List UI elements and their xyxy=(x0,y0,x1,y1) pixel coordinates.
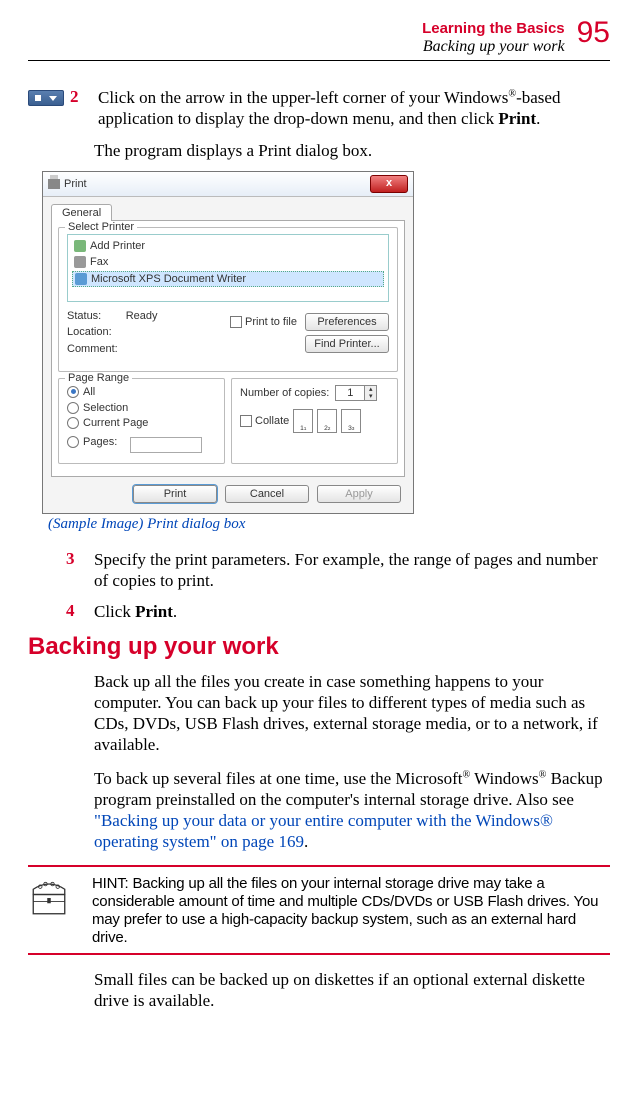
print-dialog-sample: Print x General Select Printer Add Print… xyxy=(42,171,610,533)
dialog-title: Print xyxy=(64,178,87,190)
printer-label-add: Add Printer xyxy=(90,240,145,252)
xps-icon xyxy=(75,273,87,285)
para-2: To back up several files at one time, us… xyxy=(94,768,610,853)
radio-selection-label: Selection xyxy=(83,402,128,414)
hint-separator-bottom xyxy=(28,953,610,955)
comment-label: Comment: xyxy=(67,341,158,358)
section-title: Backing up your work xyxy=(422,38,565,56)
step-2-text-c: . xyxy=(536,109,540,128)
print-button[interactable]: Print xyxy=(133,485,217,503)
cancel-button[interactable]: Cancel xyxy=(225,485,309,503)
page-header: Learning the Basics Backing up your work… xyxy=(28,20,610,61)
tab-general[interactable]: General xyxy=(51,204,112,221)
print-to-file-checkbox[interactable]: Print to file xyxy=(230,316,297,328)
group-page-range: Page Range All Selection Current Page Pa… xyxy=(58,378,225,464)
spinner-up-icon[interactable]: ▴ xyxy=(364,386,376,393)
printer-list[interactable]: Add Printer Fax Microsoft XPS Document W… xyxy=(67,234,389,302)
registered-mark: ® xyxy=(508,88,516,99)
para-1: Back up all the files you create in case… xyxy=(94,671,610,756)
header-text: Learning the Basics Backing up your work xyxy=(422,20,565,56)
para-3: Small files can be backed up on diskette… xyxy=(94,969,610,1012)
step-2-result: The program displays a Print dialog box. xyxy=(94,140,610,161)
collate-p3b: 3 xyxy=(352,427,355,432)
group-copies: Number of copies: 1 ▴▾ Collate 11 22 xyxy=(231,378,398,464)
copies-value: 1 xyxy=(336,386,364,400)
radio-current-page[interactable]: Current Page xyxy=(67,417,148,429)
hint-separator-top xyxy=(28,865,610,867)
step-4-bold: Print xyxy=(135,602,173,621)
close-button[interactable]: x xyxy=(370,175,408,193)
margin-tag-icon xyxy=(28,90,64,106)
add-printer-icon xyxy=(74,240,86,252)
collate-label: Collate xyxy=(255,415,289,427)
step-3-text: Specify the print parameters. For exampl… xyxy=(94,549,610,592)
status-value: Ready xyxy=(126,310,158,322)
collate-checkbox[interactable]: Collate xyxy=(240,415,289,427)
printer-item-xps[interactable]: Microsoft XPS Document Writer xyxy=(72,271,384,287)
hint-text: HINT: Backing up all the files on your i… xyxy=(92,875,610,947)
hint-block: HINT: Backing up all the files on your i… xyxy=(28,875,610,947)
page-number: 95 xyxy=(577,18,610,48)
collate-p2b: 2 xyxy=(328,427,331,432)
step-number-2: 2 xyxy=(70,87,98,130)
preferences-button[interactable]: Preferences xyxy=(305,313,389,331)
status-label: Status: xyxy=(67,310,101,322)
spinner-down-icon[interactable]: ▾ xyxy=(364,393,376,400)
pages-input[interactable] xyxy=(130,437,202,453)
copies-spinner[interactable]: 1 ▴▾ xyxy=(335,385,377,401)
radio-pages[interactable]: Pages: xyxy=(67,436,117,448)
printer-item-fax[interactable]: Fax xyxy=(72,255,384,269)
radio-current-label: Current Page xyxy=(83,417,148,429)
group-label-select-printer: Select Printer xyxy=(65,221,137,233)
step-4-text-b: . xyxy=(173,602,177,621)
radio-pages-label: Pages: xyxy=(83,436,117,448)
step-2-text-a: Click on the arrow in the upper-left cor… xyxy=(98,88,508,107)
radio-all[interactable]: All xyxy=(67,386,95,398)
cross-reference-link[interactable]: "Backing up your data or your entire com… xyxy=(94,811,553,851)
fax-icon xyxy=(74,256,86,268)
step-2-bold: Print xyxy=(498,109,536,128)
para-2-b: Windows xyxy=(470,769,538,788)
print-dialog: Print x General Select Printer Add Print… xyxy=(42,171,414,514)
chapter-title: Learning the Basics xyxy=(422,20,565,37)
printer-icon xyxy=(48,179,60,189)
radio-all-label: All xyxy=(83,386,95,398)
find-printer-button[interactable]: Find Printer... xyxy=(305,335,389,353)
step-4-text-a: Click xyxy=(94,602,135,621)
section-heading: Backing up your work xyxy=(28,633,610,661)
print-to-file-label: Print to file xyxy=(245,316,297,328)
para-2-a: To back up several files at one time, us… xyxy=(94,769,462,788)
copies-label: Number of copies: xyxy=(240,387,329,399)
radio-selection[interactable]: Selection xyxy=(67,402,128,414)
treasure-chest-icon xyxy=(28,877,70,919)
step-2-text: Click on the arrow in the upper-left cor… xyxy=(98,87,610,130)
status-column: Status: Ready Location: Comment: xyxy=(67,308,158,358)
collate-p1b: 1 xyxy=(304,427,307,432)
printer-item-add[interactable]: Add Printer xyxy=(72,239,384,253)
para-2-d: . xyxy=(304,832,308,851)
step-number-4: 4 xyxy=(66,601,94,622)
location-label: Location: xyxy=(67,324,158,341)
printer-label-xps: Microsoft XPS Document Writer xyxy=(91,273,246,285)
step-4-text: Click Print. xyxy=(94,601,610,622)
step-number-3: 3 xyxy=(66,549,94,592)
figure-caption: (Sample Image) Print dialog box xyxy=(48,516,610,533)
group-label-page-range: Page Range xyxy=(65,372,132,384)
group-select-printer: Select Printer Add Printer Fax Microsoft… xyxy=(58,227,398,373)
dialog-titlebar: Print x xyxy=(43,172,413,197)
apply-button[interactable]: Apply xyxy=(317,485,401,503)
collate-icon: 11 22 33 xyxy=(293,409,361,433)
printer-label-fax: Fax xyxy=(90,256,108,268)
